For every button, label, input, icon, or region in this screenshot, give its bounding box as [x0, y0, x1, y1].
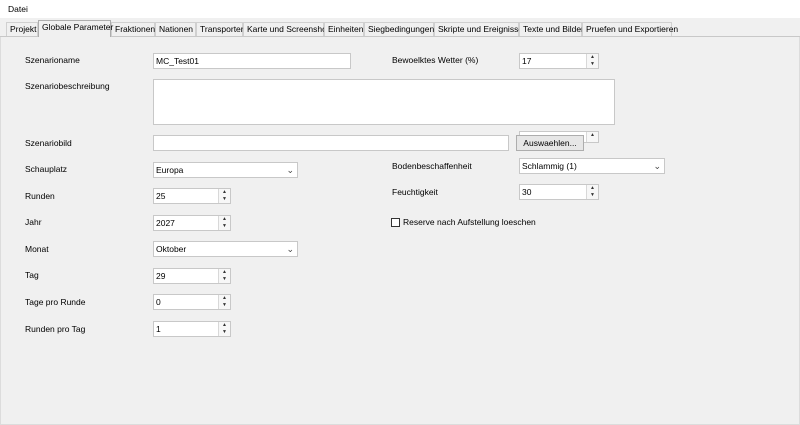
- spin-up-icon[interactable]: ▲: [219, 322, 230, 329]
- scenario-name-input[interactable]: MC_Test01: [153, 53, 351, 69]
- cloudy-weather-value: 17: [522, 56, 532, 66]
- scenario-name-label: Szenarioname: [25, 55, 80, 65]
- global-parameters-panel: Szenarioname MC_Test01 Szenariobeschreib…: [0, 37, 800, 425]
- reserve-checkbox-label[interactable]: Reserve nach Aufstellung loeschen: [403, 217, 536, 227]
- tab-texte-und-bilder[interactable]: Texte und Bilder: [519, 22, 584, 36]
- spin-up-icon[interactable]: ▲: [219, 216, 230, 223]
- month-select[interactable]: Oktober ⌄: [153, 241, 298, 257]
- spin-up-icon[interactable]: ▲: [587, 54, 598, 61]
- days-per-round-spinbox[interactable]: 0 ▲ ▼: [153, 294, 231, 310]
- chevron-down-icon: ⌄: [653, 161, 661, 171]
- tab-globale-parameter[interactable]: Globale Parameter: [38, 20, 113, 37]
- days-per-round-value: 0: [156, 297, 161, 307]
- venue-label: Schauplatz: [25, 164, 68, 174]
- menu-bar: Datei: [0, 0, 800, 18]
- spin-up-icon[interactable]: ▲: [587, 185, 598, 192]
- spin-up-icon[interactable]: ▲: [219, 295, 230, 302]
- rounds-label: Runden: [25, 191, 55, 201]
- cloudy-weather-spinbox[interactable]: 17 ▲ ▼: [519, 53, 599, 69]
- humidity-label: Feuchtigkeit: [392, 187, 438, 197]
- tab-projekt[interactable]: Projekt: [6, 22, 38, 36]
- tab-skripte-und-ereignisse[interactable]: Skripte und Ereignisse: [434, 22, 523, 36]
- spin-down-icon[interactable]: ▼: [219, 223, 230, 230]
- tab-einheiten[interactable]: Einheiten: [324, 22, 364, 36]
- ground-condition-value: Schlammig (1): [522, 161, 577, 171]
- spin-down-icon[interactable]: ▼: [587, 61, 598, 68]
- tab-pruefen-und-exportieren[interactable]: Pruefen und Exportieren: [582, 22, 678, 36]
- ground-condition-select[interactable]: Schlammig (1) ⌄: [519, 158, 665, 174]
- spin-down-icon[interactable]: ▼: [219, 276, 230, 283]
- rounds-per-day-value: 1: [156, 324, 161, 334]
- day-value: 29: [156, 271, 166, 281]
- scenario-image-path-input[interactable]: [153, 135, 509, 151]
- humidity-spinbox[interactable]: 30 ▲ ▼: [519, 184, 599, 200]
- spin-down-icon[interactable]: ▼: [219, 196, 230, 203]
- scenario-image-label: Szenariobild: [25, 138, 72, 148]
- chevron-down-icon: ⌄: [286, 244, 294, 254]
- humidity-value: 30: [522, 187, 532, 197]
- scenario-description-textarea[interactable]: [153, 79, 615, 125]
- reserve-checkbox[interactable]: [391, 218, 400, 227]
- venue-value: Europa: [156, 165, 184, 175]
- tab-transporter[interactable]: Transporter: [196, 22, 244, 36]
- spin-down-icon[interactable]: ▼: [219, 302, 230, 309]
- rounds-value: 25: [156, 191, 166, 201]
- rounds-spinbox[interactable]: 25 ▲ ▼: [153, 188, 231, 204]
- tab-siegbedingungen[interactable]: Siegbedingungen: [364, 22, 434, 36]
- day-spinbox[interactable]: 29 ▲ ▼: [153, 268, 231, 284]
- venue-select[interactable]: Europa ⌄: [153, 162, 298, 178]
- spin-up-icon[interactable]: ▲: [219, 269, 230, 276]
- spin-down-icon[interactable]: ▼: [587, 192, 598, 199]
- tab-fraktionen[interactable]: Fraktionen: [111, 22, 155, 36]
- scenario-description-label: Szenariobeschreibung: [25, 81, 110, 91]
- month-label: Monat: [25, 244, 49, 254]
- chevron-down-icon: ⌄: [286, 165, 294, 175]
- tab-karte-und-screenshot[interactable]: Karte und Screenshot: [243, 22, 329, 36]
- day-label: Tag: [25, 270, 39, 280]
- browse-image-button[interactable]: Auswaehlen...: [516, 135, 584, 151]
- tab-bar: Projekt Globale Parameter Fraktionen Nat…: [0, 19, 800, 37]
- days-per-round-label: Tage pro Runde: [25, 297, 86, 307]
- year-value: 2027: [156, 218, 175, 228]
- year-label: Jahr: [25, 217, 42, 227]
- menu-file[interactable]: Datei: [8, 4, 28, 14]
- year-spinbox[interactable]: 2027 ▲ ▼: [153, 215, 231, 231]
- cloudy-weather-label: Bewoelktes Wetter (%): [392, 55, 479, 65]
- rounds-per-day-label: Runden pro Tag: [25, 324, 86, 334]
- tab-nationen[interactable]: Nationen: [155, 22, 196, 36]
- rounds-per-day-spinbox[interactable]: 1 ▲ ▼: [153, 321, 231, 337]
- spin-up-icon[interactable]: ▲: [219, 189, 230, 196]
- ground-condition-label: Bodenbeschaffenheit: [392, 161, 472, 171]
- spin-up-icon[interactable]: ▲: [587, 132, 598, 139]
- spin-down-icon[interactable]: ▼: [219, 329, 230, 336]
- month-value: Oktober: [156, 244, 187, 254]
